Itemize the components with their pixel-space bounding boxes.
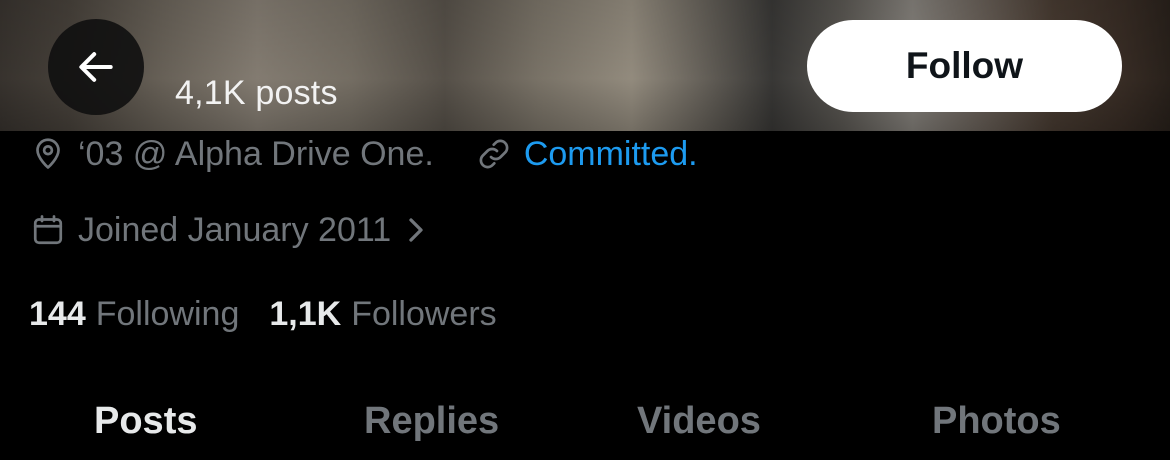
back-button[interactable] — [48, 19, 144, 115]
calendar-icon — [30, 212, 66, 248]
posts-count: 4,1K posts — [175, 74, 338, 112]
location-pin-icon — [30, 136, 66, 172]
follow-button[interactable]: Follow — [807, 20, 1122, 112]
joined-date: Joined January 2011 — [78, 210, 392, 249]
followers-label[interactable]: Followers — [351, 295, 496, 334]
profile-website-link[interactable]: Committed. — [524, 135, 698, 174]
tab-posts[interactable]: Posts — [94, 400, 197, 443]
joined-row[interactable]: Joined January 2011 — [30, 208, 427, 252]
profile-meta-row: ‘03 @ Alpha Drive One. Committed. — [30, 132, 698, 176]
tab-videos[interactable]: Videos — [637, 400, 761, 443]
profile-tabs: Posts Replies Videos Photos — [0, 400, 1170, 454]
tab-replies[interactable]: Replies — [364, 400, 499, 443]
profile-location: ‘03 @ Alpha Drive One. — [78, 134, 434, 173]
tab-photos[interactable]: Photos — [932, 400, 1061, 443]
follow-stats: 144 Following 1,1K Followers — [29, 295, 527, 334]
followers-count[interactable]: 1,1K — [269, 295, 341, 334]
following-label[interactable]: Following — [96, 295, 240, 334]
link-icon — [476, 136, 512, 172]
profile-banner: 4,1K posts Follow — [0, 0, 1170, 131]
arrow-left-icon — [74, 45, 118, 89]
chevron-right-icon — [405, 215, 427, 245]
following-count[interactable]: 144 — [29, 295, 86, 334]
